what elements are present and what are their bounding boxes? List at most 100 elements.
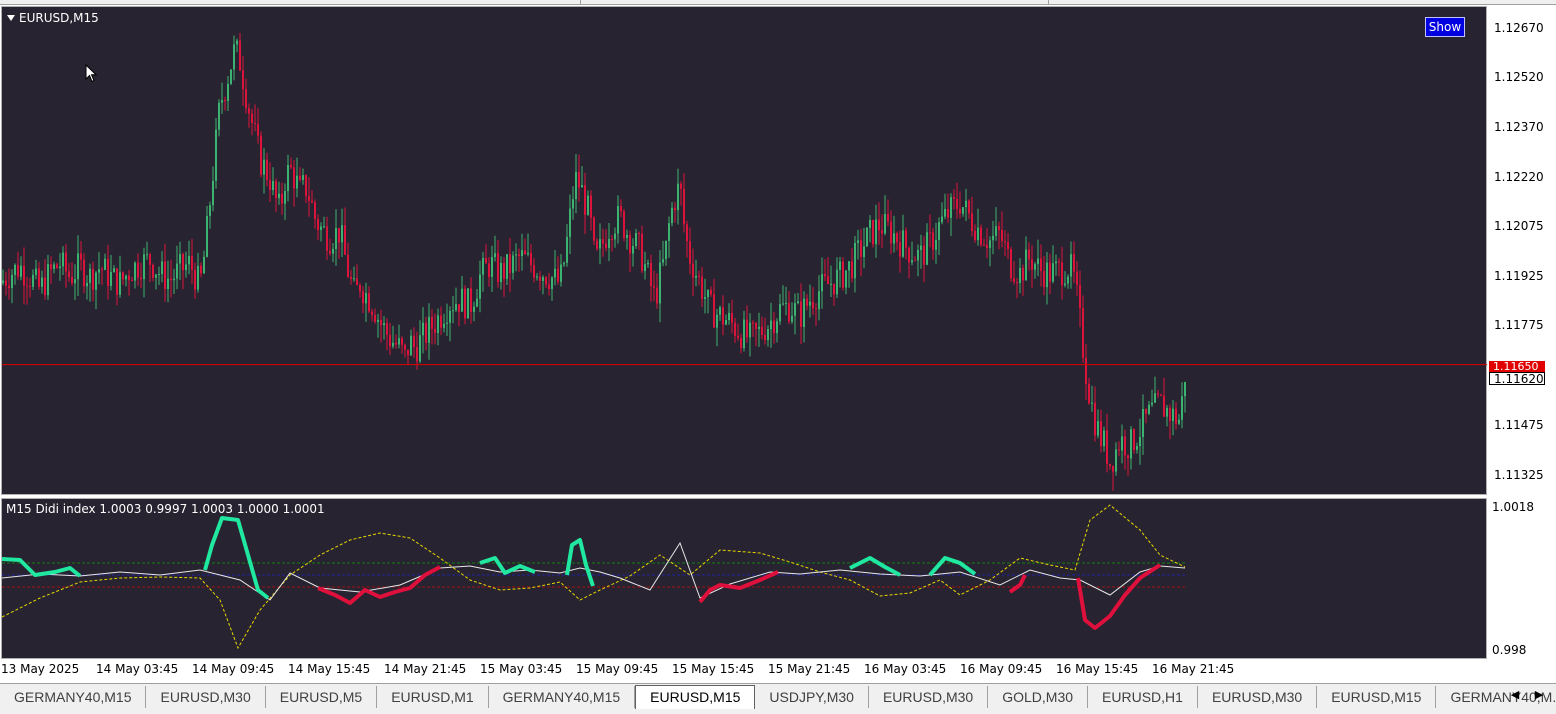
candle-body	[200, 265, 202, 274]
candle-body	[317, 219, 319, 230]
candle-body	[1136, 446, 1138, 450]
candle-body	[1076, 271, 1078, 285]
candle-body	[872, 220, 874, 245]
candle-body	[449, 310, 451, 323]
didi-down-segment	[1076, 563, 1162, 630]
indicator-axis[interactable]: 1.0018 0.998	[1488, 498, 1556, 659]
candle-body	[494, 253, 496, 258]
candle-body	[587, 195, 589, 215]
candle-body	[56, 264, 58, 269]
time-label: 14 May 15:45	[288, 662, 371, 676]
candle-body	[179, 254, 181, 264]
candle-body	[146, 254, 148, 256]
candle-body	[335, 228, 337, 249]
chart-canvas	[2, 32, 1487, 650]
candle-body	[1109, 463, 1111, 466]
candle-body	[935, 240, 937, 250]
candle-body	[683, 188, 685, 225]
candle-body	[788, 303, 790, 322]
candle-body	[836, 269, 838, 295]
didi-up-segment	[849, 556, 901, 577]
candle-body	[116, 268, 118, 295]
price-axis[interactable]: 1.12670 1.12520 1.12370 1.12220 1.12075 …	[1488, 6, 1556, 495]
candle-body	[827, 276, 829, 285]
candle-body	[767, 329, 769, 341]
show-button[interactable]: Show	[1425, 17, 1465, 37]
candle-body	[1121, 436, 1123, 451]
candle-body	[368, 293, 370, 312]
candle-body	[1103, 430, 1105, 447]
candle-body	[608, 239, 610, 249]
candle-body	[575, 171, 577, 200]
candle-body	[707, 289, 709, 298]
candle-body	[524, 250, 526, 255]
tab-gold-m30[interactable]: GOLD,M30	[988, 686, 1089, 708]
candle-body	[1154, 393, 1156, 403]
candle-body	[206, 216, 208, 257]
candle-body	[143, 254, 145, 280]
candle-body	[896, 233, 898, 243]
candle-body	[920, 245, 922, 250]
candle-body	[803, 298, 805, 327]
tab-eurusd-m30[interactable]: EURUSD,M30	[146, 686, 266, 708]
candle-body	[887, 214, 889, 222]
candle-body	[380, 319, 382, 326]
candle-body	[1013, 278, 1015, 282]
tab-scroll-right-icon[interactable]: ▶	[1532, 688, 1546, 701]
candle-body	[338, 228, 340, 243]
candle-body	[113, 268, 115, 272]
candle-body	[1106, 430, 1108, 464]
candle-body	[1022, 268, 1024, 281]
candle-body	[512, 255, 514, 273]
tab-eurusd-m15[interactable]: EURUSD,M15	[1317, 686, 1437, 708]
candle-body	[686, 224, 688, 242]
candle-body	[419, 335, 421, 362]
candle-body	[1037, 258, 1039, 265]
tab-eurusd-m5[interactable]: EURUSD,M5	[266, 686, 378, 708]
candle-body	[1019, 268, 1021, 284]
candle-body	[395, 342, 397, 345]
candle-body	[74, 279, 76, 284]
candle-body	[1034, 264, 1036, 270]
price-label: 1.11925	[1494, 269, 1544, 283]
tab-scroll-left-icon[interactable]: ◀	[1508, 688, 1522, 701]
tab-eurusd-m1[interactable]: EURUSD,M1	[377, 686, 489, 708]
candle-body	[563, 262, 565, 265]
candle-body	[1097, 421, 1099, 436]
candle-body	[1100, 421, 1102, 447]
candle-body	[842, 261, 844, 288]
candle-body	[455, 304, 457, 311]
candle-body	[131, 280, 133, 282]
candle-body	[821, 274, 823, 292]
candle-body	[377, 319, 379, 322]
candle-body	[1169, 407, 1171, 421]
candle-body	[1058, 261, 1060, 263]
time-axis[interactable]: 13 May 2025 14 May 03:45 14 May 09:45 14…	[0, 660, 1488, 682]
tab-germany40-m15[interactable]: GERMANY40,M15	[489, 686, 636, 708]
tab-eurusd-m15[interactable]: EURUSD,M15	[635, 685, 756, 709]
candle-body	[1067, 276, 1069, 284]
candle-body	[905, 230, 907, 248]
tab-germany40-m15[interactable]: GERMANY40,M15	[0, 686, 147, 708]
candle-body	[800, 301, 802, 327]
candle-body	[125, 275, 127, 280]
candle-body	[953, 197, 955, 199]
candle-body	[155, 274, 157, 278]
time-label: 16 May 21:45	[1152, 662, 1235, 676]
tab-eurusd-m30[interactable]: EURUSD,M30	[869, 686, 989, 708]
candle-body	[92, 268, 94, 290]
candle-body	[599, 239, 601, 249]
tab-eurusd-h1[interactable]: EURUSD,H1	[1088, 686, 1198, 708]
tab-eurusd-m30[interactable]: EURUSD,M30	[1198, 686, 1318, 708]
candle-body	[311, 200, 313, 203]
tab-usdjpy-m30[interactable]: USDJPY,M30	[755, 686, 869, 708]
candle-body	[689, 241, 691, 264]
candles-group	[2, 32, 1186, 491]
candle-body	[353, 278, 355, 280]
candle-body	[503, 263, 505, 279]
candle-body	[617, 206, 619, 234]
candle-body	[755, 323, 757, 329]
candle-body	[719, 307, 721, 315]
candle-body	[59, 266, 61, 269]
candle-body	[740, 338, 742, 349]
